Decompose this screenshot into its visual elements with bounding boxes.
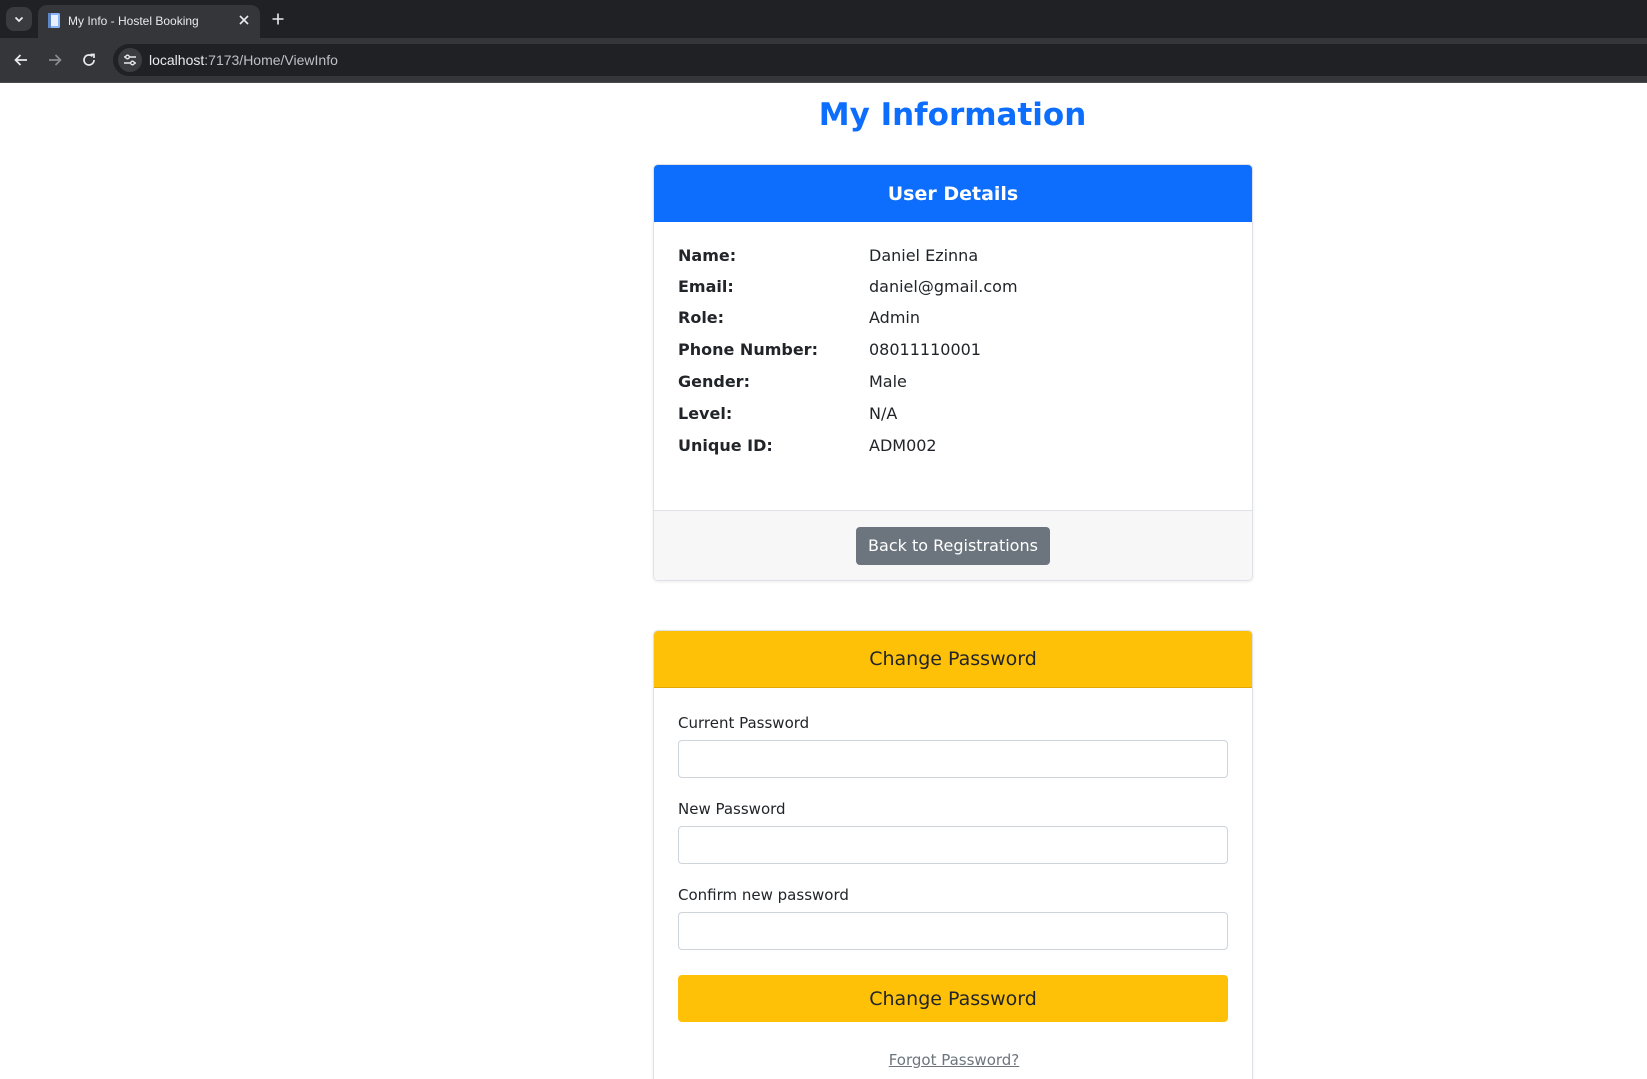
tune-icon[interactable] <box>118 48 142 72</box>
page-icon <box>46 12 62 29</box>
new-password-label: New Password <box>678 800 786 818</box>
chevron-down-icon[interactable] <box>6 7 32 31</box>
detail-label: Email: <box>678 277 734 296</box>
detail-label: Name: <box>678 246 737 265</box>
change-password-button[interactable]: Change Password <box>678 975 1228 1022</box>
detail-value: N/A <box>869 404 898 423</box>
reload-icon[interactable] <box>78 49 100 71</box>
confirm-password-input[interactable] <box>678 912 1228 950</box>
browser-toolbar: localhost:7173/Home/ViewInfo <box>0 38 1647 82</box>
detail-value: daniel@gmail.com <box>869 277 1018 296</box>
new-password-input[interactable] <box>678 826 1228 864</box>
user-details-body: Name: Daniel Ezinna Email: daniel@gmail.… <box>654 222 1252 511</box>
detail-value: Male <box>869 372 907 391</box>
detail-value: ADM002 <box>869 436 937 455</box>
arrow-left-icon[interactable] <box>10 49 32 71</box>
close-icon[interactable] <box>236 12 252 28</box>
detail-label: Level: <box>678 404 733 423</box>
plus-icon[interactable] <box>268 9 288 29</box>
url-path: :7173/Home/ViewInfo <box>204 52 338 68</box>
current-password-input[interactable] <box>678 740 1228 778</box>
browser-tabstrip: My Info - Hostel Booking <box>0 0 1647 38</box>
detail-row-email: Email: daniel@gmail.com <box>678 277 1228 301</box>
detail-label: Unique ID: <box>678 436 773 455</box>
change-password-card: Change Password Current Password New Pas… <box>653 630 1253 1079</box>
detail-value: Daniel Ezinna <box>869 246 979 265</box>
change-password-header: Change Password <box>654 631 1252 688</box>
user-details-footer: Back to Registrations <box>654 510 1252 580</box>
page-title: My Information <box>818 97 1087 133</box>
detail-row-role: Role: Admin <box>678 308 1228 332</box>
confirm-password-label: Confirm new password <box>678 886 849 904</box>
back-to-registrations-button[interactable]: Back to Registrations <box>856 526 1050 565</box>
browser-tab[interactable]: My Info - Hostel Booking <box>38 5 260 38</box>
user-details-header: User Details <box>654 165 1252 222</box>
detail-value: Admin <box>869 308 920 327</box>
user-details-card: User Details Name: Daniel Ezinna Email: … <box>653 164 1253 581</box>
detail-label: Gender: <box>678 372 750 391</box>
detail-row-phone: Phone Number: 08011110001 <box>678 340 1228 364</box>
detail-label: Phone Number: <box>678 340 818 359</box>
detail-row-unique-id: Unique ID: ADM002 <box>678 436 1228 460</box>
detail-row-level: Level: N/A <box>678 404 1228 428</box>
arrow-right-icon[interactable] <box>44 49 66 71</box>
detail-label: Role: <box>678 308 725 327</box>
detail-row-name: Name: Daniel Ezinna <box>678 246 1228 270</box>
current-password-label: Current Password <box>678 714 810 732</box>
detail-row-gender: Gender: Male <box>678 372 1228 396</box>
address-bar[interactable]: localhost:7173/Home/ViewInfo <box>113 44 1647 76</box>
forgot-password-link[interactable]: Forgot Password? <box>654 1051 1252 1069</box>
tab-title: My Info - Hostel Booking <box>68 14 199 28</box>
detail-value: 08011110001 <box>869 340 981 359</box>
page-content: My Information User Details Name: Daniel… <box>0 83 1647 1079</box>
url-text: localhost:7173/Home/ViewInfo <box>149 52 338 68</box>
url-host: localhost <box>149 52 205 68</box>
